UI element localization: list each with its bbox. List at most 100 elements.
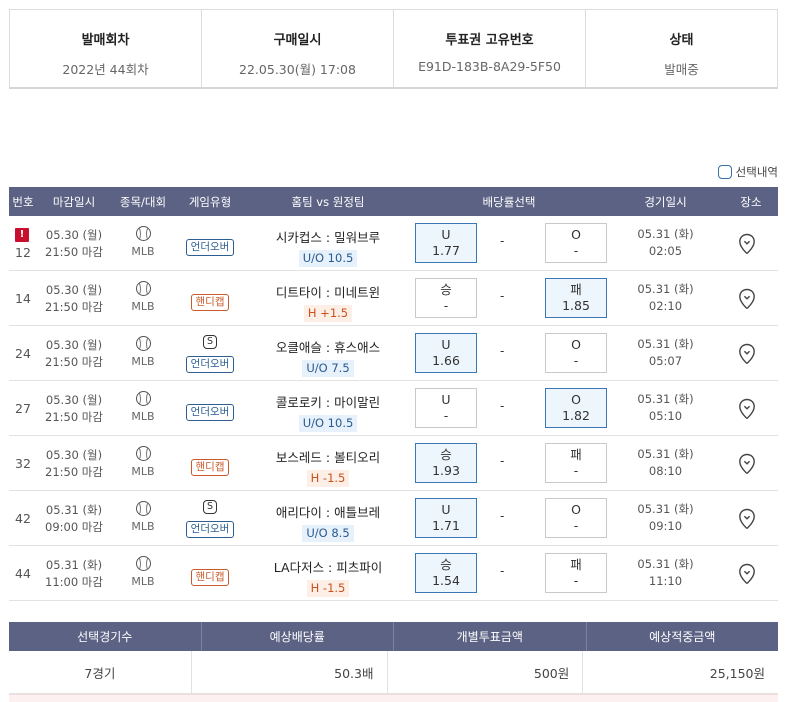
row-game-date-cell: 05.31 (화) 08:10 (607, 436, 724, 490)
row-deadline-cell: 05.30 (월) 21:50 마감 (37, 216, 111, 270)
notice-strip (9, 694, 778, 702)
game-time: 08:10 (648, 464, 683, 478)
row-location-cell (724, 491, 778, 545)
pick-right-button[interactable]: O- (545, 333, 607, 373)
row-sport-cell: MLB (111, 216, 175, 270)
pick-right-button[interactable]: O 1.82 (545, 388, 607, 428)
info-purchase-time-header: 구매일시 (273, 33, 322, 48)
pick-left-symbol: 승 (440, 557, 452, 572)
info-ticket-id-value: E91D-183B-8A29-5F50 (418, 59, 561, 74)
pick-right-button[interactable]: 패- (545, 553, 607, 593)
info-status-header: 상태 (669, 33, 694, 48)
row-number-cell: 44 (9, 546, 37, 600)
info-purchase-time-value: 22.05.30(월) 17:08 (239, 62, 356, 77)
ticket-info-table: 발매회차 2022년 44회차 구매일시 22.05.30(월) 17:08 투… (9, 9, 778, 89)
pick-right-button[interactable]: O- (545, 223, 607, 263)
deadline-date: 05.30 (월) (45, 448, 103, 462)
row-sport-cell: MLB (111, 381, 175, 435)
row-teams-cell: 시카컵스 : 밀워브루 U/O 10.5 (245, 216, 411, 270)
row-sport-cell: MLB (111, 436, 175, 490)
pick-right-button[interactable]: 패- (545, 443, 607, 483)
location-pin-icon[interactable] (738, 343, 756, 365)
row-number: 27 (15, 401, 31, 416)
row-pick-cell: 승 - - 패 1.85 (411, 271, 607, 325)
pick-left-button[interactable]: U- (415, 388, 477, 428)
select-detail-toggle[interactable]: 선택내역 (717, 164, 778, 180)
game-date: 05.31 (화) (637, 447, 694, 461)
pick-draw: - (500, 564, 505, 578)
pick-right-button[interactable]: 패 1.85 (545, 278, 607, 318)
row-game-date-cell: 05.31 (화) 05:07 (607, 326, 724, 380)
baseball-icon (135, 446, 151, 461)
row-number: 24 (15, 346, 31, 361)
pick-right-symbol: O (571, 337, 581, 352)
game-type-tag: 핸디캡 (190, 569, 230, 586)
summary-payout-value: 25,150원 (709, 665, 765, 681)
pick-left-button[interactable]: 승 1.93 (415, 443, 477, 483)
row-location-cell (724, 271, 778, 325)
sport-league: MLB (131, 520, 155, 533)
location-pin-icon[interactable] (738, 288, 756, 310)
table-row: 24 05.30 (월) 21:50 마감 MLB S 언더오버 오클애슬 : 휴스애스 U/… (9, 326, 778, 381)
location-pin-icon[interactable] (738, 453, 756, 475)
pick-left-button[interactable]: U 1.77 (415, 223, 477, 263)
line-value: U/O 8.5 (302, 525, 354, 542)
location-pin-icon[interactable] (738, 563, 756, 585)
game-date: 05.31 (화) (637, 337, 694, 351)
row-game-type-cell: 언더오버 (175, 381, 245, 435)
row-game-date-cell: 05.31 (화) 02:10 (607, 271, 724, 325)
location-pin-icon[interactable] (738, 508, 756, 530)
pick-left-symbol: 승 (440, 447, 452, 462)
table-row: 42 05.31 (화) 09:00 마감 MLB S 언더오버 애리다이 : 애틀브레 U/… (9, 491, 778, 546)
summary-odds-value: 50.3배 (192, 651, 388, 693)
special-badge-icon: S (203, 335, 217, 349)
pick-right-odds: - (573, 243, 579, 258)
info-ticket-id: 투표권 고유번호 E91D-183B-8A29-5F50 (394, 10, 586, 87)
location-pin-icon[interactable] (738, 233, 756, 255)
summary-bet-value: 500원 (388, 651, 584, 693)
sport-league: MLB (131, 245, 155, 258)
row-game-date-cell: 05.31 (화) 11:10 (607, 546, 724, 600)
baseball-icon (135, 226, 151, 241)
pick-left-odds: - (443, 408, 449, 423)
select-detail-checkbox[interactable] (717, 165, 732, 179)
info-ticket-id-header: 투표권 고유번호 (445, 33, 534, 48)
row-deadline-cell: 05.30 (월) 21:50 마감 (37, 436, 111, 490)
row-number: 32 (15, 456, 31, 471)
sport-league: MLB (131, 410, 155, 423)
info-purchase-time: 구매일시 22.05.30(월) 17:08 (202, 10, 394, 87)
team-matchup: 시카컵스 : 밀워브루 (275, 230, 381, 245)
location-pin-icon[interactable] (738, 398, 756, 420)
deadline-date: 05.30 (월) (45, 228, 103, 242)
pick-right-button[interactable]: O- (545, 498, 607, 538)
table-row: 14 05.30 (월) 21:50 마감 MLB 핸디캡 디트타이 : 미네트윈 H +1… (9, 271, 778, 326)
pick-draw: - (500, 234, 505, 248)
col-game-date: 경기일시 (644, 194, 687, 209)
deadline-time: 21:50 마감 (45, 355, 103, 369)
row-game-date-cell: 05.31 (화) 09:10 (607, 491, 724, 545)
deadline-date: 05.30 (월) (45, 283, 103, 297)
pick-left-odds: 1.77 (432, 243, 460, 258)
line-value: U/O 10.5 (298, 415, 358, 432)
col-location: 장소 (740, 194, 762, 209)
row-location-cell (724, 216, 778, 270)
game-time: 11:10 (648, 574, 683, 588)
game-date: 05.31 (화) (637, 282, 694, 296)
pick-left-button[interactable]: 승- (415, 278, 477, 318)
select-detail-label: 선택내역 (735, 165, 778, 179)
row-sport-cell: MLB (111, 271, 175, 325)
pick-left-button[interactable]: 승 1.54 (415, 553, 477, 593)
deadline-time: 21:50 마감 (45, 245, 103, 259)
team-matchup: 보스레드 : 볼티오리 (275, 450, 381, 465)
line-value: U/O 10.5 (298, 250, 358, 267)
info-status: 상태 발매중 (586, 10, 777, 87)
row-game-type-cell: 핸디캡 (175, 436, 245, 490)
pick-left-button[interactable]: U 1.66 (415, 333, 477, 373)
pick-right-odds: - (573, 353, 579, 368)
pick-left-button[interactable]: U 1.71 (415, 498, 477, 538)
row-number-cell: 14 (9, 271, 37, 325)
row-deadline-cell: 05.31 (화) 11:00 마감 (37, 546, 111, 600)
pick-right-odds: - (573, 518, 579, 533)
game-time: 02:05 (648, 244, 683, 258)
team-matchup: LA다저스 : 피츠파이 (273, 560, 383, 575)
